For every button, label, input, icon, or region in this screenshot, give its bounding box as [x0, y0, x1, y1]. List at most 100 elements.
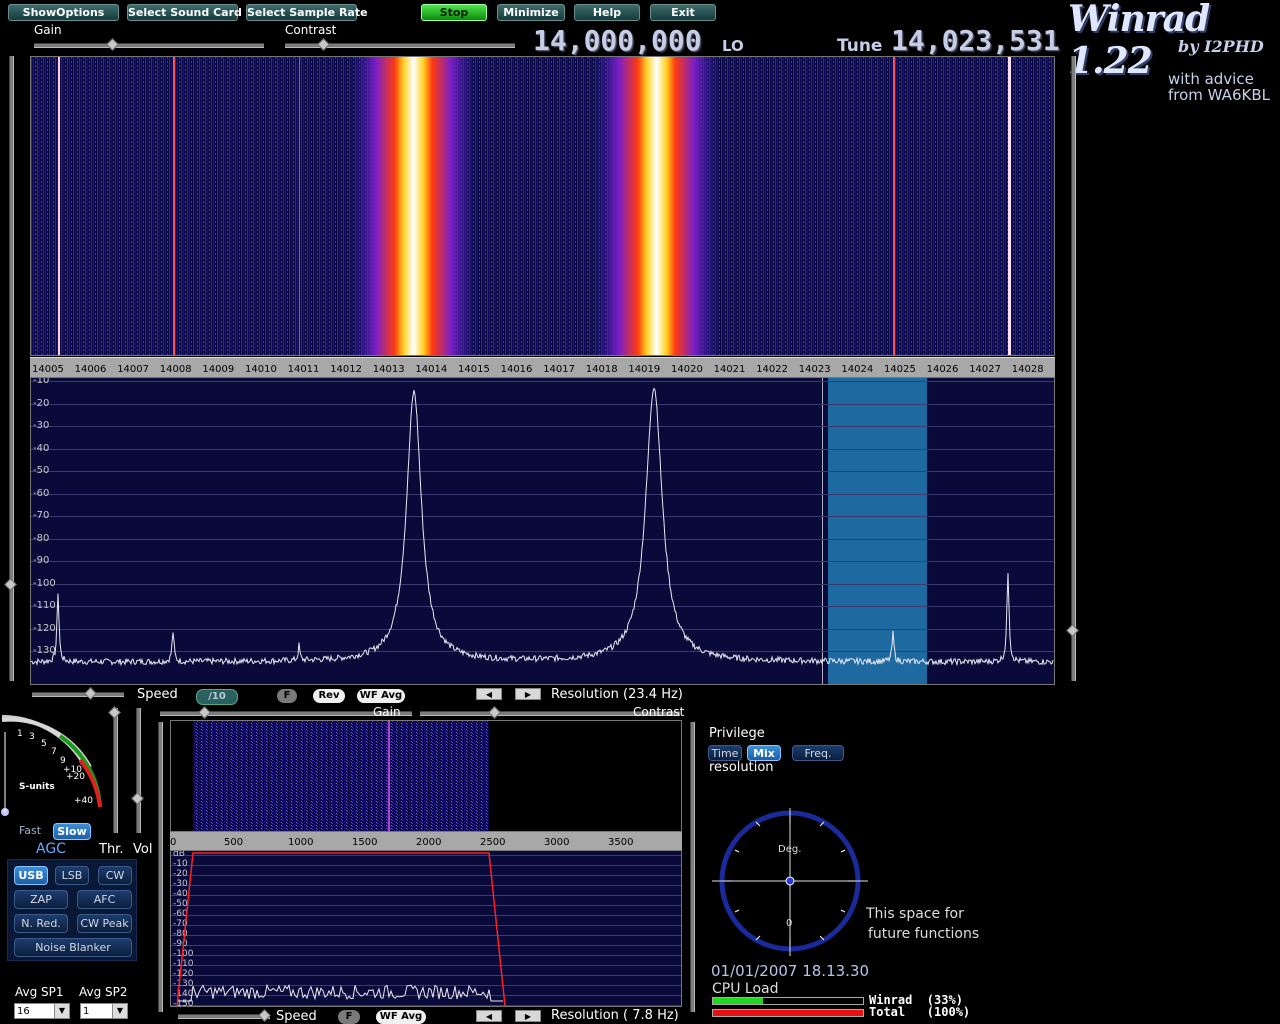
scope-zero-label: 0	[786, 918, 793, 929]
audio-freq-tick-label: 3000	[544, 837, 570, 848]
noise-reduction-button[interactable]: N. Red.	[14, 914, 68, 933]
freq-tick-label: 14012	[330, 364, 362, 375]
winrad-load-fill	[713, 998, 763, 1004]
zap-button[interactable]: ZAP	[14, 890, 68, 909]
author-byline: by I2PHD	[1178, 37, 1264, 56]
freq-tick-label: 14008	[159, 364, 192, 375]
audio-resolution-label: Resolution ( 7.8 Hz)	[551, 1008, 679, 1023]
cpu-load-label: CPU Load	[712, 981, 779, 997]
privilege-resolution-label: resolution	[709, 760, 774, 775]
agc-fast-button[interactable]: Fast	[12, 823, 48, 840]
afc-button[interactable]: AFC	[77, 890, 132, 909]
slider-knob[interactable]	[1066, 624, 1079, 637]
tune-frequency-display[interactable]: 14,023,531	[891, 24, 1060, 57]
show-options-button[interactable]: ShowOptions	[8, 4, 119, 21]
chevron-down-icon[interactable]: ▼	[54, 1004, 69, 1018]
audio-resolution-increase-button[interactable]: ▶	[515, 1010, 541, 1022]
contrast-label: Contrast	[285, 23, 337, 37]
freq-tick-label: 14009	[202, 364, 235, 375]
freq-tick-label: 14020	[671, 364, 703, 375]
audio-spectrum-plot[interactable]: dB -10 -20 -30 -40 -50 -60 -70 -80 -90 -100 -110 -12…	[170, 850, 682, 1007]
speed-slider[interactable]	[32, 687, 124, 700]
future-functions-line-2: future functions	[868, 926, 980, 942]
freq-tick-label: 14007	[117, 364, 149, 375]
audio-freq-tick-label: 2000	[416, 837, 442, 848]
main-right-vertical-slider[interactable]	[1066, 56, 1079, 681]
wf-avg-button[interactable]: WF Avg	[357, 689, 405, 703]
total-load-text: Total (100%)	[869, 1005, 971, 1019]
filter-shape-curve[interactable]	[176, 852, 506, 1006]
freeze-button[interactable]: F	[277, 689, 297, 703]
slider-knob[interactable]	[84, 687, 97, 700]
freq-tick-label: 14016	[500, 364, 533, 375]
lo-frequency-display[interactable]: 14,000,000	[533, 24, 702, 57]
freq-tick-label: 14019	[628, 364, 661, 375]
exit-button[interactable]: Exit	[650, 4, 716, 21]
freq-tick-label: 14027	[969, 364, 1001, 375]
avg-sp2-label: Avg SP2	[79, 985, 128, 999]
select-sound-card-button[interactable]: Select Sound Card	[127, 4, 242, 21]
audio-right-vertical-slider[interactable]	[690, 722, 695, 1012]
resolution-increase-button[interactable]: ▶	[515, 688, 541, 700]
audio-waterfall[interactable]	[170, 720, 682, 832]
avg-sp2-select[interactable]: 1 ▼	[80, 1003, 128, 1019]
chevron-down-icon[interactable]: ▼	[112, 1004, 127, 1018]
usb-button[interactable]: USB	[14, 866, 48, 885]
s-meter: 1 3 5 7 9 +10 +20 +40 S-units	[0, 712, 105, 909]
scope-deg-label: Deg.	[778, 844, 802, 855]
privilege-freq-button[interactable]: Freq.	[792, 745, 844, 761]
avg-sp2-value: 1	[83, 1006, 90, 1017]
agc-slow-button[interactable]: Slow	[53, 823, 91, 840]
privilege-time-button[interactable]: Time	[708, 745, 742, 761]
resolution-decrease-button[interactable]: ◀	[476, 688, 502, 700]
main-waterfall[interactable]	[30, 56, 1055, 356]
help-button[interactable]: Help	[574, 4, 640, 21]
audio-contrast-label: Contrast	[633, 705, 685, 719]
audio-spectrum-trace	[176, 852, 506, 1006]
audio-resolution-decrease-button[interactable]: ◀	[476, 1010, 502, 1022]
audio-freq-tick-label: 1500	[352, 837, 378, 848]
audio-freeze-button[interactable]: F	[338, 1010, 360, 1024]
freq-tick-label: 14010	[245, 364, 277, 375]
audio-wf-avg-button[interactable]: WF Avg	[376, 1010, 426, 1024]
avg-sp1-select[interactable]: 16 ▼	[14, 1003, 70, 1019]
lsb-button[interactable]: LSB	[55, 866, 89, 885]
audio-left-vertical-slider[interactable]	[158, 722, 163, 1012]
slider-knob[interactable]	[198, 706, 211, 719]
reverse-button[interactable]: Rev	[313, 689, 345, 703]
noise-blanker-button[interactable]: Noise Blanker	[14, 938, 132, 957]
privilege-title: Privilege	[709, 726, 765, 741]
volume-slider[interactable]	[131, 708, 144, 833]
select-sample-rate-button[interactable]: Select Sample Rate	[246, 4, 368, 21]
waterfall-contrast-slider[interactable]	[285, 38, 515, 51]
s-scale-3: 3	[29, 732, 35, 742]
freq-tick-label: 14018	[585, 364, 618, 375]
slider-knob[interactable]	[106, 38, 119, 51]
threshold-slider[interactable]	[108, 706, 121, 833]
speed-divider-button[interactable]: /10	[196, 689, 238, 705]
freq-tick-label: 14024	[841, 364, 874, 375]
slider-knob[interactable]	[131, 792, 144, 805]
slider-knob[interactable]	[4, 578, 17, 591]
minimize-button[interactable]: Minimize	[497, 4, 565, 21]
cw-button[interactable]: CW	[98, 866, 132, 885]
s-scale-plus40: +40	[74, 796, 93, 806]
freq-tick-label: 14011	[287, 364, 320, 375]
audio-freq-tick-label: 0	[170, 837, 177, 848]
audio-freq-tick-label: 3500	[608, 837, 634, 848]
audio-speed-slider[interactable]	[178, 1009, 271, 1022]
main-left-vertical-slider[interactable]	[4, 56, 17, 681]
audio-gain-label: Gain	[373, 705, 401, 719]
spectrum-trace	[31, 387, 1054, 667]
cw-peak-button[interactable]: CW Peak	[77, 914, 132, 933]
main-spectrum-plot[interactable]: -10 -20 -30 -40 -50 -60 -70 -80 -90 -100 -110 -120-…	[30, 377, 1055, 685]
threshold-label: Thr.	[99, 842, 124, 857]
stop-button[interactable]: Stop	[421, 4, 487, 21]
slider-knob[interactable]	[108, 706, 121, 719]
waterfall-gain-slider[interactable]	[34, 38, 264, 51]
freq-tick-label: 14014	[415, 364, 448, 375]
privilege-mix-button[interactable]: Mix	[747, 745, 781, 761]
slider-knob[interactable]	[258, 1009, 271, 1022]
slider-knob[interactable]	[317, 38, 330, 51]
slider-knob[interactable]	[488, 706, 501, 719]
